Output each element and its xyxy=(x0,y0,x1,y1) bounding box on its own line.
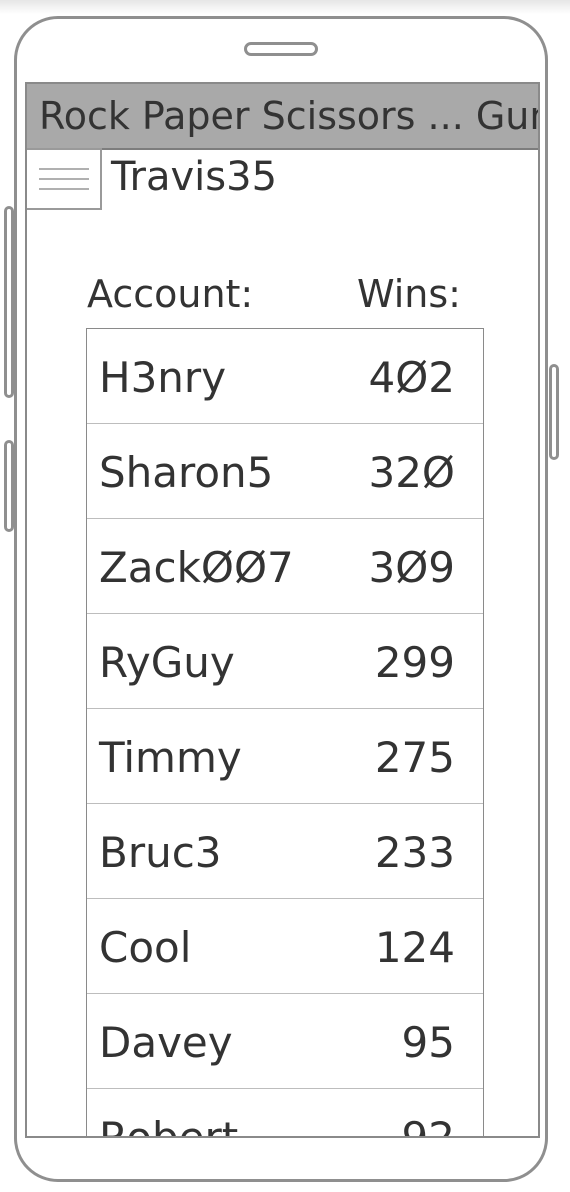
table-row[interactable]: Cool 124 xyxy=(87,899,483,994)
account-name: Sharon5 xyxy=(99,448,274,497)
account-name: Robert xyxy=(99,1113,239,1138)
menu-line-icon xyxy=(39,178,89,180)
account-name: Bruc3 xyxy=(99,828,222,877)
phone-speaker xyxy=(244,42,318,56)
column-header-account: Account: xyxy=(87,272,254,316)
account-name: Timmy xyxy=(99,733,242,782)
username-label: Travis35 xyxy=(111,154,278,200)
account-name: Cool xyxy=(99,923,192,972)
wins-count: 233 xyxy=(374,828,455,877)
wins-count: 299 xyxy=(374,638,455,687)
power-button xyxy=(549,364,559,460)
account-name: RyGuy xyxy=(99,638,235,687)
table-row[interactable]: H3nry 4Ø2 xyxy=(87,329,483,424)
account-name: Davey xyxy=(99,1018,233,1067)
wins-count: 3Ø9 xyxy=(368,543,455,592)
menu-line-icon xyxy=(39,188,89,190)
column-header-wins: Wins: xyxy=(357,272,461,316)
table-row[interactable]: Timmy 275 xyxy=(87,709,483,804)
table-row[interactable]: Bruc3 233 xyxy=(87,804,483,899)
top-edge-shadow xyxy=(0,0,570,14)
table-row[interactable]: RyGuy 299 xyxy=(87,614,483,709)
wins-count: 4Ø2 xyxy=(368,353,455,402)
wins-count: 95 xyxy=(401,1018,455,1067)
account-name: H3nry xyxy=(99,353,227,402)
hamburger-menu-button[interactable] xyxy=(27,148,102,210)
table-row[interactable]: Sharon5 32Ø xyxy=(87,424,483,519)
menu-line-icon xyxy=(39,168,89,170)
wins-count: 32Ø xyxy=(368,448,455,497)
leaderboard-table: H3nry 4Ø2 Sharon5 32Ø ZackØØ7 3Ø9 RyGuy … xyxy=(86,328,484,1138)
title-bar: Rock Paper Scissors ... Gun xyxy=(27,84,538,150)
wins-count: 124 xyxy=(374,923,455,972)
app-title: Rock Paper Scissors ... Gun xyxy=(39,94,540,138)
account-name: ZackØØ7 xyxy=(99,543,294,592)
volume-up-button xyxy=(4,206,14,398)
table-row[interactable]: ZackØØ7 3Ø9 xyxy=(87,519,483,614)
table-row[interactable]: Robert 92 xyxy=(87,1089,483,1138)
table-row[interactable]: Davey 95 xyxy=(87,994,483,1089)
phone-screen: Rock Paper Scissors ... Gun Travis35 Acc… xyxy=(25,82,540,1138)
volume-down-button xyxy=(4,440,14,532)
wins-count: 275 xyxy=(374,733,455,782)
wins-count: 92 xyxy=(401,1113,455,1138)
